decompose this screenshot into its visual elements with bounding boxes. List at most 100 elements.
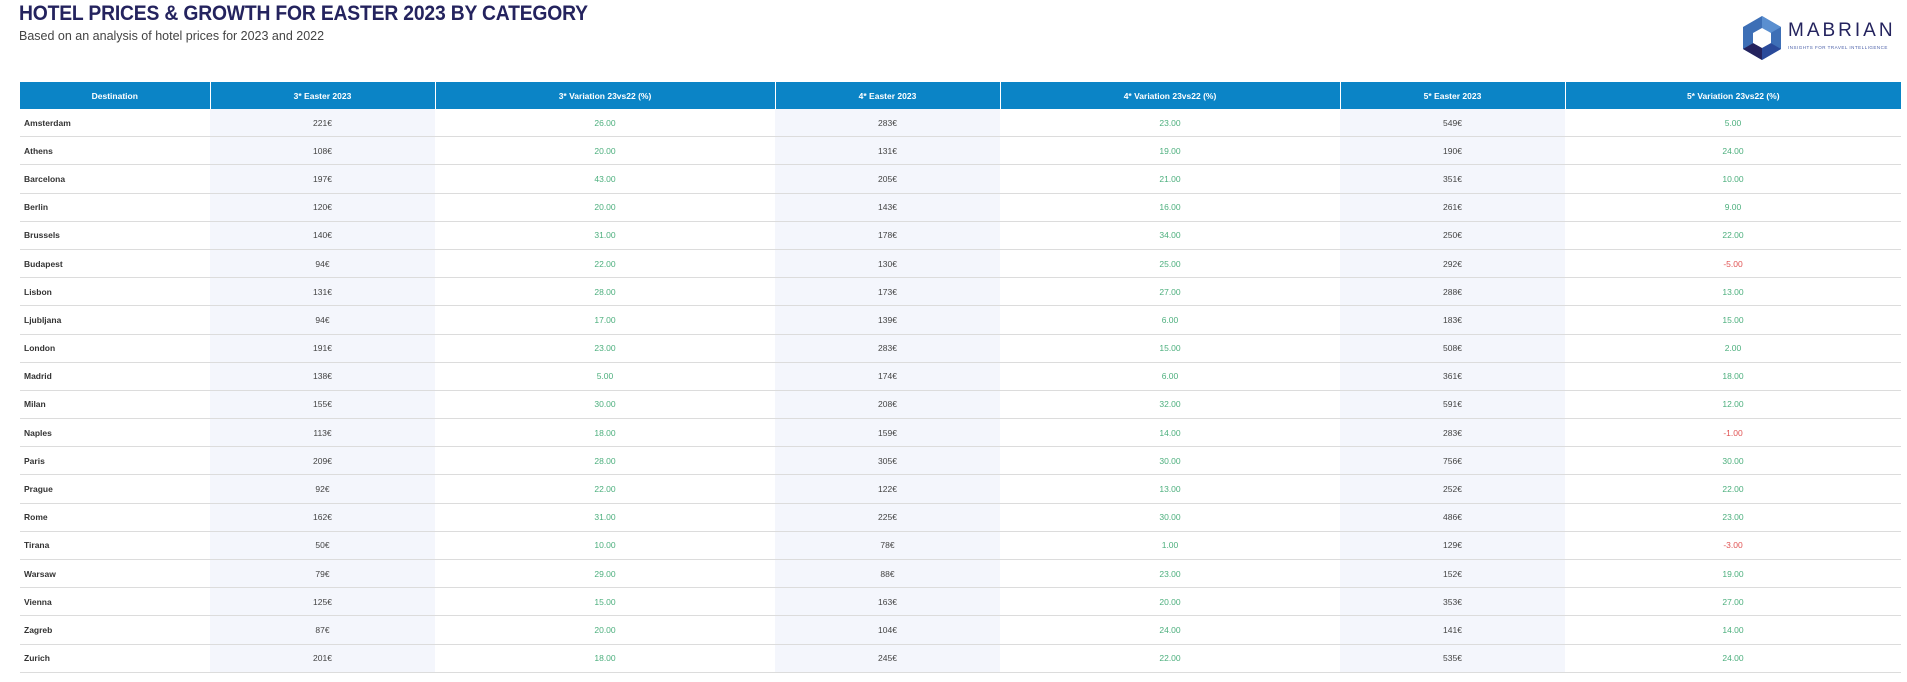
table-row: Amsterdam 221€ 26.00 283€ 23.00 549€ 5.00	[20, 109, 1901, 138]
column-header: 4* Easter 2023	[775, 82, 1001, 109]
price-cell: 50€	[210, 531, 435, 561]
variation-cell: 22.00	[435, 249, 775, 279]
price-cell: 197€	[210, 164, 435, 194]
price-cell: 292€	[1340, 249, 1565, 279]
destination-cell: Lisbon	[20, 277, 210, 307]
price-cell: 305€	[775, 446, 1000, 476]
variation-cell: 18.00	[435, 418, 775, 448]
table-row: Brussels 140€ 31.00 178€ 34.00 250€ 22.00	[20, 221, 1901, 250]
price-cell: 141€	[1340, 615, 1565, 645]
table-row: Zagreb 87€ 20.00 104€ 24.00 141€ 14.00	[20, 615, 1901, 645]
table-row: Milan 155€ 30.00 208€ 32.00 591€ 12.00	[20, 390, 1901, 420]
variation-cell: 18.00	[435, 644, 775, 673]
column-header: 3* Variation 23vs22 (%)	[435, 82, 776, 109]
variation-cell: 24.00	[1565, 136, 1901, 166]
variation-cell: 21.00	[1000, 164, 1340, 194]
variation-cell: 20.00	[435, 615, 775, 645]
variation-cell: 16.00	[1000, 193, 1340, 222]
price-cell: 131€	[775, 136, 1000, 166]
variation-cell: 24.00	[1565, 644, 1901, 673]
variation-cell: 23.00	[1000, 109, 1340, 138]
price-cell: 201€	[210, 644, 435, 673]
hotel-prices-table: Destination 3* Easter 2023 3* Variation 23…	[20, 82, 1901, 673]
variation-cell: 20.00	[435, 193, 775, 222]
variation-cell: 30.00	[1000, 446, 1340, 476]
price-cell: 353€	[1340, 587, 1565, 617]
hexagon-logo-icon	[1743, 16, 1781, 60]
table-row: Vienna 125€ 15.00 163€ 20.00 353€ 27.00	[20, 587, 1901, 617]
price-cell: 94€	[210, 249, 435, 279]
page-title: HOTEL PRICES & GROWTH FOR EASTER 2023 BY…	[19, 2, 588, 25]
price-cell: 87€	[210, 615, 435, 645]
table-row: Barcelona 197€ 43.00 205€ 21.00 351€ 10.00	[20, 164, 1901, 194]
price-cell: 130€	[775, 249, 1000, 279]
destination-cell: Athens	[20, 136, 210, 166]
variation-cell: -3.00	[1565, 531, 1901, 561]
column-header: 4* Variation 23vs22 (%)	[1000, 82, 1341, 109]
variation-cell: 34.00	[1000, 221, 1340, 250]
table-body: Amsterdam 221€ 26.00 283€ 23.00 549€ 5.00 Athen…	[20, 109, 1901, 673]
price-cell: 159€	[775, 418, 1000, 448]
variation-cell: 27.00	[1565, 587, 1901, 617]
destination-cell: London	[20, 334, 210, 363]
price-cell: 173€	[775, 277, 1000, 307]
column-header: Destination	[20, 82, 211, 109]
destination-cell: Paris	[20, 446, 210, 476]
variation-cell: 6.00	[1000, 305, 1340, 335]
table-row: Lisbon 131€ 28.00 173€ 27.00 288€ 13.00	[20, 277, 1901, 307]
price-cell: 155€	[210, 390, 435, 420]
price-cell: 122€	[775, 474, 1000, 504]
price-cell: 104€	[775, 615, 1000, 645]
table-row: Ljubljana 94€ 17.00 139€ 6.00 183€ 15.00	[20, 305, 1901, 335]
variation-cell: 15.00	[435, 587, 775, 617]
variation-cell: 27.00	[1000, 277, 1340, 307]
destination-cell: Zurich	[20, 644, 210, 673]
variation-cell: 22.00	[1565, 221, 1901, 250]
variation-cell: 31.00	[435, 503, 775, 532]
variation-cell: 17.00	[435, 305, 775, 335]
variation-cell: 28.00	[435, 277, 775, 307]
price-cell: 94€	[210, 305, 435, 335]
price-cell: 591€	[1340, 390, 1565, 420]
variation-cell: 22.00	[435, 474, 775, 504]
variation-cell: 26.00	[435, 109, 775, 138]
variation-cell: 13.00	[1000, 474, 1340, 504]
destination-cell: Amsterdam	[20, 109, 210, 138]
variation-cell: -1.00	[1565, 418, 1901, 448]
destination-cell: Zagreb	[20, 615, 210, 645]
price-cell: 252€	[1340, 474, 1565, 504]
price-cell: 221€	[210, 109, 435, 138]
price-cell: 283€	[775, 109, 1000, 138]
variation-cell: 19.00	[1000, 136, 1340, 166]
price-cell: 549€	[1340, 109, 1565, 138]
table-row: Budapest 94€ 22.00 130€ 25.00 292€ -5.00	[20, 249, 1901, 279]
variation-cell: -5.00	[1565, 249, 1901, 279]
price-cell: 174€	[775, 362, 1000, 391]
variation-cell: 24.00	[1000, 615, 1340, 645]
variation-cell: 23.00	[1000, 559, 1340, 589]
price-cell: 88€	[775, 559, 1000, 589]
price-cell: 508€	[1340, 334, 1565, 363]
price-cell: 108€	[210, 136, 435, 166]
price-cell: 92€	[210, 474, 435, 504]
destination-cell: Naples	[20, 418, 210, 448]
logo-tagline: INSIGHTS FOR TRAVEL INTELLIGENCE	[1788, 45, 1888, 50]
variation-cell: 22.00	[1000, 644, 1340, 673]
table-row: Zurich 201€ 18.00 245€ 22.00 535€ 24.00	[20, 644, 1901, 673]
price-cell: 191€	[210, 334, 435, 363]
variation-cell: 20.00	[1000, 587, 1340, 617]
table-row: Tirana 50€ 10.00 78€ 1.00 129€ -3.00	[20, 531, 1901, 561]
variation-cell: 1.00	[1000, 531, 1340, 561]
table-row: Madrid 138€ 5.00 174€ 6.00 361€ 18.00	[20, 362, 1901, 391]
table-row: Prague 92€ 22.00 122€ 13.00 252€ 22.00	[20, 474, 1901, 504]
table-row: London 191€ 23.00 283€ 15.00 508€ 2.00	[20, 334, 1901, 363]
table-header-row: Destination 3* Easter 2023 3* Variation 23…	[20, 82, 1901, 109]
price-cell: 163€	[775, 587, 1000, 617]
variation-cell: 15.00	[1000, 334, 1340, 363]
table-row: Paris 209€ 28.00 305€ 30.00 756€ 30.00	[20, 446, 1901, 476]
price-cell: 79€	[210, 559, 435, 589]
price-cell: 288€	[1340, 277, 1565, 307]
destination-cell: Budapest	[20, 249, 210, 279]
variation-cell: 32.00	[1000, 390, 1340, 420]
logo-wordmark: MABRIAN	[1788, 20, 1896, 41]
